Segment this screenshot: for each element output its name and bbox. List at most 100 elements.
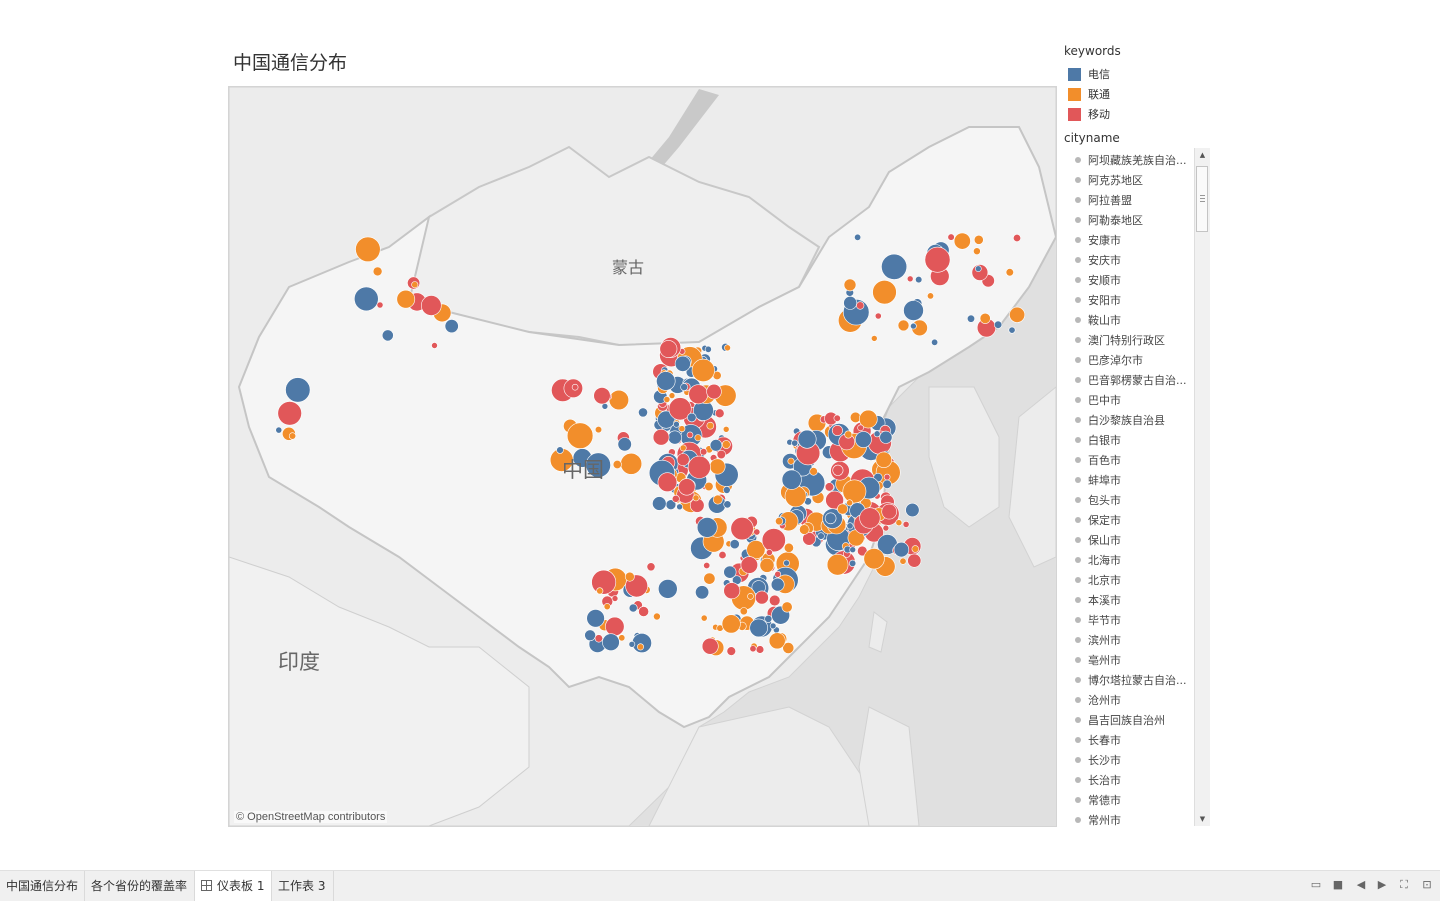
city-bubble[interactable] bbox=[657, 472, 678, 493]
city-bubble[interactable] bbox=[907, 553, 922, 568]
city-bubble[interactable] bbox=[915, 276, 923, 284]
city-bubble[interactable] bbox=[709, 439, 723, 452]
cityname-scrollbar[interactable]: ▲ ▼ bbox=[1194, 148, 1210, 826]
city-bubble[interactable] bbox=[620, 452, 643, 475]
city-bubble[interactable] bbox=[653, 612, 661, 621]
city-bubble[interactable] bbox=[859, 507, 881, 529]
city-bubble[interactable] bbox=[903, 300, 924, 321]
city-filter-item[interactable]: 阿坝藏族羌族自治... bbox=[1064, 150, 1210, 170]
city-bubble[interactable] bbox=[947, 233, 955, 241]
city-bubble[interactable] bbox=[881, 503, 898, 520]
city-bubble[interactable] bbox=[974, 265, 982, 272]
city-bubble[interactable] bbox=[1008, 326, 1016, 334]
city-bubble[interactable] bbox=[881, 253, 908, 280]
city-bubble[interactable] bbox=[701, 637, 719, 655]
city-bubble[interactable] bbox=[768, 632, 786, 650]
city-bubble[interactable] bbox=[667, 430, 682, 445]
city-filter-item[interactable]: 阿拉善盟 bbox=[1064, 190, 1210, 210]
city-bubble[interactable] bbox=[659, 340, 678, 358]
city-filter-item[interactable]: 安庆市 bbox=[1064, 250, 1210, 270]
city-filter-item[interactable]: 长沙市 bbox=[1064, 750, 1210, 770]
city-bubble[interactable] bbox=[646, 562, 656, 572]
city-bubble[interactable] bbox=[833, 414, 841, 422]
map-attribution[interactable]: © OpenStreetMap contributors bbox=[234, 811, 388, 823]
city-bubble[interactable] bbox=[703, 572, 716, 585]
city-bubble[interactable] bbox=[703, 561, 711, 569]
city-bubble[interactable] bbox=[993, 320, 1003, 329]
tab-china-distribution[interactable]: 中国通信分布 bbox=[0, 871, 85, 901]
city-bubble[interactable] bbox=[696, 517, 718, 538]
city-bubble[interactable] bbox=[783, 559, 790, 567]
city-bubble[interactable] bbox=[596, 587, 604, 595]
city-filter-item[interactable]: 阿克苏地区 bbox=[1064, 170, 1210, 190]
city-bubble[interactable] bbox=[791, 439, 799, 447]
city-bubble[interactable] bbox=[421, 295, 442, 316]
city-filter-item[interactable]: 安康市 bbox=[1064, 230, 1210, 250]
city-bubble[interactable] bbox=[354, 286, 379, 312]
city-filter-item[interactable]: 本溪市 bbox=[1064, 590, 1210, 610]
city-bubble[interactable] bbox=[566, 422, 594, 449]
city-bubble[interactable] bbox=[275, 426, 283, 434]
city-bubble[interactable] bbox=[663, 396, 671, 403]
city-bubble[interactable] bbox=[372, 266, 383, 277]
scroll-up-icon[interactable]: ▲ bbox=[1195, 148, 1210, 162]
city-filter-item[interactable]: 安阳市 bbox=[1064, 290, 1210, 310]
scroll-thumb[interactable] bbox=[1196, 166, 1208, 232]
city-bubble[interactable] bbox=[706, 421, 715, 430]
city-bubble[interactable] bbox=[288, 432, 297, 440]
presentation-icon[interactable]: ⊡ bbox=[1418, 874, 1436, 896]
city-bubble[interactable] bbox=[905, 502, 920, 518]
map-canvas[interactable]: 蒙古 中国 印度 bbox=[229, 87, 1056, 826]
city-filter-item[interactable]: 保定市 bbox=[1064, 510, 1210, 530]
city-filter-item[interactable]: 白银市 bbox=[1064, 430, 1210, 450]
city-bubble[interactable] bbox=[874, 312, 882, 320]
city-bubble[interactable] bbox=[668, 392, 676, 399]
city-bubble[interactable] bbox=[931, 338, 939, 346]
city-bubble[interactable] bbox=[678, 478, 696, 496]
city-filter-item[interactable]: 阿勒泰地区 bbox=[1064, 210, 1210, 230]
city-bubble[interactable] bbox=[761, 528, 786, 553]
city-bubble[interactable] bbox=[673, 420, 680, 428]
city-filter-item[interactable]: 白沙黎族自治县 bbox=[1064, 410, 1210, 430]
city-bubble[interactable] bbox=[624, 571, 635, 582]
city-bubble[interactable] bbox=[831, 424, 843, 436]
city-bubble[interactable] bbox=[709, 458, 726, 475]
city-bubble[interactable] bbox=[753, 528, 761, 536]
city-bubble[interactable] bbox=[843, 295, 858, 310]
city-bubble[interactable] bbox=[593, 387, 611, 405]
city-bubble[interactable] bbox=[755, 590, 769, 605]
city-filter-item[interactable]: 博尔塔拉蒙古自治... bbox=[1064, 670, 1210, 690]
city-bubble[interactable] bbox=[764, 614, 773, 623]
city-bubble[interactable] bbox=[775, 517, 784, 526]
city-bubble[interactable] bbox=[605, 616, 625, 637]
city-filter-item[interactable]: 巴音郭楞蒙古自治... bbox=[1064, 370, 1210, 390]
city-filter-item[interactable]: 安顺市 bbox=[1064, 270, 1210, 290]
city-bubble[interactable] bbox=[854, 233, 862, 241]
city-bubble[interactable] bbox=[857, 424, 864, 432]
city-bubble[interactable] bbox=[895, 519, 903, 527]
city-bubble[interactable] bbox=[879, 430, 893, 444]
city-bubble[interactable] bbox=[722, 425, 730, 433]
city-bubble[interactable] bbox=[652, 428, 670, 446]
city-bubble[interactable] bbox=[376, 301, 384, 309]
city-bubble[interactable] bbox=[730, 517, 754, 541]
city-filter-item[interactable]: 巴彦淖尔市 bbox=[1064, 350, 1210, 370]
city-bubble[interactable] bbox=[638, 606, 649, 617]
china-map[interactable]: 蒙古 中国 印度 © OpenStreetMap contributors bbox=[228, 86, 1057, 827]
city-bubble[interactable] bbox=[628, 640, 636, 648]
city-bubble[interactable] bbox=[783, 542, 794, 553]
city-bubble[interactable] bbox=[749, 645, 757, 653]
filmstrip-icon[interactable]: ■ bbox=[1330, 874, 1346, 896]
city-filter-item[interactable]: 沧州市 bbox=[1064, 690, 1210, 710]
city-bubble[interactable] bbox=[277, 401, 302, 426]
city-bubble[interactable] bbox=[676, 453, 690, 466]
city-bubble[interactable] bbox=[721, 614, 741, 634]
city-bubble[interactable] bbox=[603, 603, 611, 611]
city-bubble[interactable] bbox=[781, 469, 802, 490]
legend-item-yidong[interactable]: 移动 bbox=[1064, 104, 1214, 124]
city-bubble[interactable] bbox=[966, 314, 975, 323]
city-bubble[interactable] bbox=[856, 301, 865, 310]
city-bubble[interactable] bbox=[716, 449, 726, 460]
city-bubble[interactable] bbox=[897, 319, 910, 332]
city-bubble[interactable] bbox=[686, 431, 694, 439]
